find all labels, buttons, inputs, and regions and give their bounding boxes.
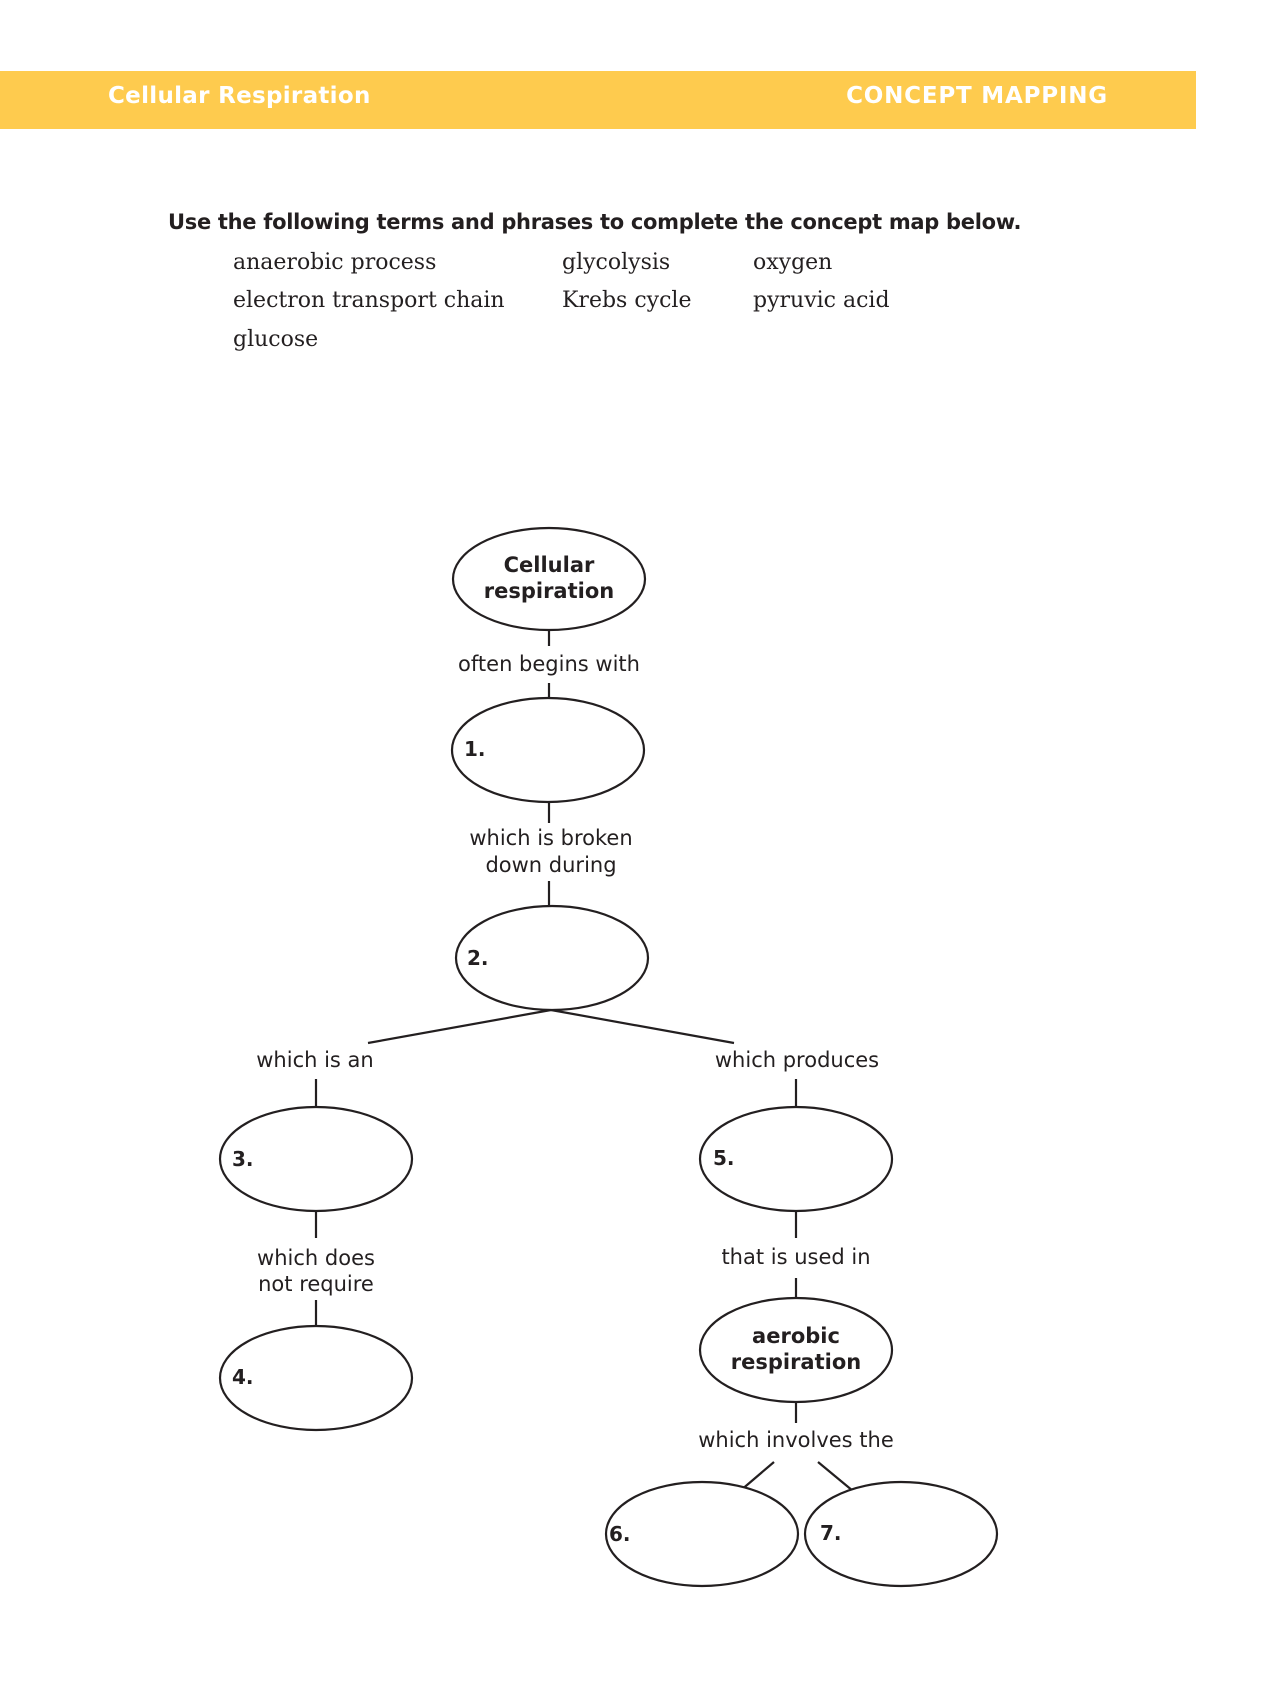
blank-number: 6. (609, 1522, 631, 1546)
blank-number: 5. (713, 1146, 735, 1170)
blank-number: 3. (232, 1147, 254, 1171)
blank-node-6[interactable] (604, 1480, 800, 1588)
link-label: which produces (715, 1048, 879, 1072)
connector-line (817, 1461, 854, 1492)
connector-line (367, 1008, 552, 1045)
link-label: which does (257, 1246, 375, 1270)
link-label: often begins with (458, 652, 640, 676)
node-label: respiration (484, 579, 614, 603)
concept-map: Cellular respiration often begins with 1… (218, 526, 999, 1588)
blank-number: 2. (467, 946, 489, 970)
node-label: respiration (731, 1350, 861, 1374)
link-label: which is broken (469, 826, 632, 850)
link-label: which is an (256, 1048, 373, 1072)
node-label: aerobic (752, 1324, 840, 1348)
link-label: which involves the (698, 1428, 894, 1452)
link-label: not require (258, 1272, 374, 1296)
blank-number: 1. (464, 737, 486, 761)
link-label: down during (485, 853, 616, 877)
node-label: Cellular (504, 553, 595, 577)
blank-number: 4. (232, 1365, 254, 1389)
blank-number: 7. (820, 1521, 842, 1545)
link-label: that is used in (721, 1245, 870, 1269)
connector-line (550, 1008, 735, 1045)
